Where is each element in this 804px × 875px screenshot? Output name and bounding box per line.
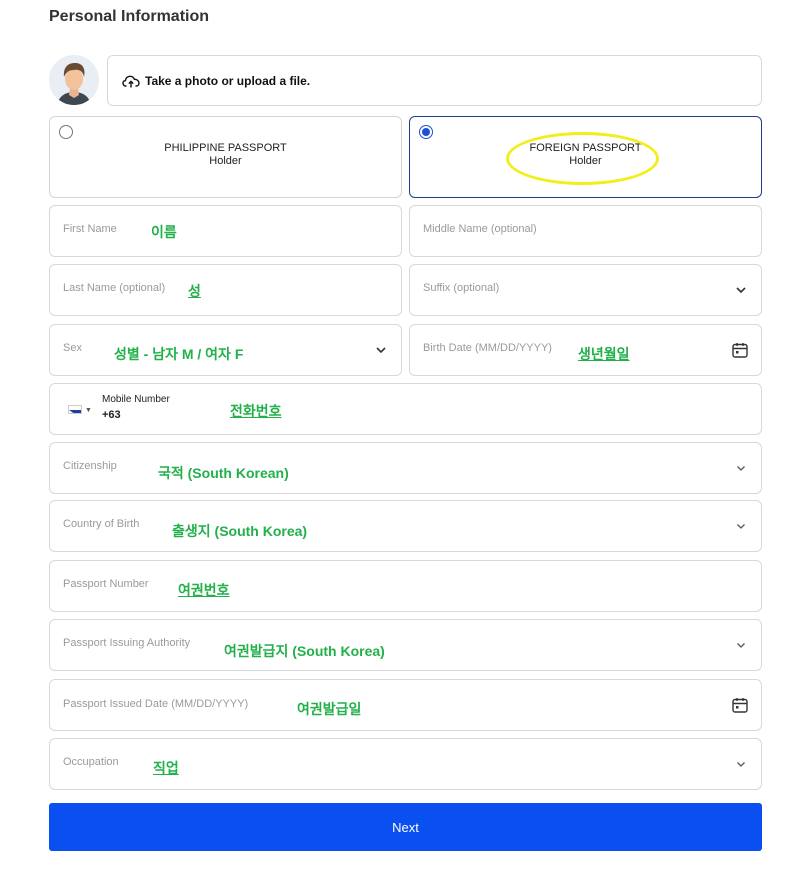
philippines-flag-icon[interactable] (68, 405, 82, 414)
last-name-label: Last Name (optional) (63, 282, 166, 294)
calendar-icon[interactable] (731, 696, 749, 714)
country-of-birth-label: Country of Birth (63, 518, 140, 530)
birth-date-label: Birth Date (MM/DD/YYYY) (423, 342, 552, 354)
country-of-birth-select[interactable]: Country of Birth 출생지 (South Korea) (49, 500, 762, 552)
occupation-annotation: 직업 (153, 760, 179, 776)
citizenship-label: Citizenship (63, 460, 117, 472)
calendar-icon[interactable] (731, 341, 749, 359)
chevron-down-icon (737, 762, 745, 767)
suffix-label: Suffix (optional) (423, 282, 500, 294)
chevron-down-icon (376, 347, 386, 354)
passport-issued-date-label: Passport Issued Date (MM/DD/YYYY) (63, 698, 249, 710)
first-name-field[interactable]: First Name 이름 (49, 205, 402, 257)
passport-issuing-authority-label: Passport Issuing Authority (63, 637, 191, 649)
passport-issued-date-annotation: 여권발급일 (297, 701, 362, 717)
upload-label: Take a photo or upload a file. (145, 73, 311, 88)
passport-number-field[interactable]: Passport Number 여권번호 (49, 560, 762, 612)
foreign-passport-option[interactable]: FOREIGN PASSPORT Holder (409, 116, 762, 198)
mobile-number-field[interactable]: ▼ Mobile Number +63 전화번호 (49, 383, 762, 435)
upload-photo-button[interactable]: Take a photo or upload a file. (107, 55, 762, 106)
mobile-annotation: 전화번호 (230, 403, 282, 419)
citizenship-select[interactable]: Citizenship 국적 (South Korean) (49, 442, 762, 494)
upload-cloud-icon (122, 75, 140, 87)
birth-date-annotation: 생년월일 (578, 346, 630, 362)
chevron-down-icon (737, 524, 745, 529)
option-title: PHILIPPINE PASSPORT (164, 142, 287, 154)
foreign-passport-radio[interactable] (419, 125, 433, 139)
passport-authority-annotation: 여권발급지 (South Korea) (224, 643, 385, 659)
avatar-illustration-icon (49, 55, 99, 105)
birth-date-field[interactable]: Birth Date (MM/DD/YYYY) 생년월일 (409, 324, 762, 376)
chevron-down-icon (736, 287, 746, 294)
sex-select[interactable]: Sex 성별 - 남자 M / 여자 F (49, 324, 402, 376)
chevron-down-icon (737, 466, 745, 471)
country-dial-code: +63 (102, 409, 121, 421)
occupation-select[interactable]: Occupation 직업 (49, 738, 762, 790)
last-name-field[interactable]: Last Name (optional) 성 (49, 264, 402, 316)
mobile-number-label: Mobile Number (102, 394, 170, 405)
suffix-select[interactable]: Suffix (optional) (409, 264, 762, 316)
chevron-down-icon (737, 643, 745, 648)
middle-name-label: Middle Name (optional) (423, 223, 537, 235)
country-of-birth-annotation: 출생지 (South Korea) (172, 523, 308, 539)
passport-issued-date-field[interactable]: Passport Issued Date (MM/DD/YYYY) 여권발급일 (49, 679, 762, 731)
option-subtitle: Holder (209, 155, 242, 167)
passport-number-annotation: 여권번호 (178, 582, 230, 598)
option-title: FOREIGN PASSPORT (529, 142, 642, 154)
occupation-label: Occupation (63, 756, 119, 768)
country-code-caret-icon[interactable]: ▼ (85, 407, 92, 414)
last-name-annotation: 성 (188, 283, 201, 299)
philippine-passport-radio[interactable] (59, 125, 73, 139)
sex-label: Sex (63, 342, 82, 354)
first-name-label: First Name (63, 223, 117, 235)
citizenship-annotation: 국적 (South Korean) (158, 465, 289, 481)
middle-name-field[interactable]: Middle Name (optional) (409, 205, 762, 257)
passport-number-label: Passport Number (63, 578, 149, 590)
next-button[interactable]: Next (49, 803, 762, 851)
avatar[interactable] (49, 55, 99, 105)
option-subtitle: Holder (569, 155, 602, 167)
page-title: Personal Information (49, 8, 210, 25)
sex-annotation: 성별 - 남자 M / 여자 F (114, 346, 244, 362)
passport-issuing-authority-select[interactable]: Passport Issuing Authority 여권발급지 (South … (49, 619, 762, 671)
first-name-annotation: 이름 (151, 224, 177, 240)
philippine-passport-option[interactable]: PHILIPPINE PASSPORT Holder (49, 116, 402, 198)
